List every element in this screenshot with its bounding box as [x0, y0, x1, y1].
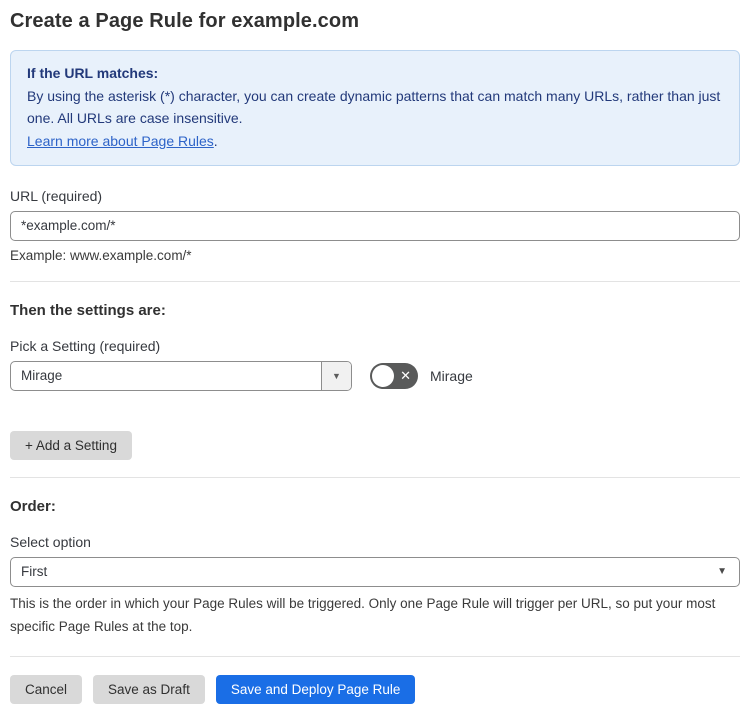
order-select[interactable]: First ▼ [10, 556, 740, 587]
mirage-toggle[interactable]: ✕ [370, 362, 418, 389]
save-and-deploy-button[interactable]: Save and Deploy Page Rule [215, 674, 416, 704]
setting-row: Mirage ▼ ✕ Mirage [10, 360, 740, 391]
toggle-off-x-icon: ✕ [400, 367, 411, 383]
setting-dropdown-value: Mirage [21, 368, 63, 384]
divider [10, 280, 740, 282]
order-select-label: Select option [10, 533, 91, 550]
chevron-down-icon: ▼ [717, 566, 727, 578]
url-field-label: URL (required) [10, 187, 103, 204]
link-period: . [213, 133, 218, 150]
add-setting-button[interactable]: + Add a Setting [10, 430, 132, 460]
info-box-body: By using the asterisk (*) character, you… [27, 87, 721, 127]
setting-dropdown[interactable]: Mirage ▼ [10, 360, 352, 391]
chevron-down-icon: ▼ [332, 370, 341, 381]
pick-setting-label: Pick a Setting (required) [10, 337, 161, 354]
page-title: Create a Page Rule for example.com [10, 10, 360, 32]
info-box-link-line: Learn more about Page Rules. [27, 130, 723, 153]
order-helper-text: This is the order in which your Page Rul… [10, 595, 716, 634]
settings-section-heading: Then the settings are: [10, 301, 166, 319]
info-box-heading: If the URL matches: [27, 65, 159, 81]
learn-more-link[interactable]: Learn more about Page Rules [27, 133, 214, 149]
order-select-value: First [21, 564, 48, 580]
url-input[interactable] [10, 210, 740, 241]
mirage-toggle-group: ✕ Mirage [370, 362, 473, 389]
divider [10, 655, 740, 657]
footer-actions: Cancel Save as Draft Save and Deploy Pag… [10, 674, 740, 704]
cancel-button[interactable]: Cancel [10, 674, 83, 704]
mirage-toggle-label: Mirage [430, 367, 473, 384]
url-field-helper: Example: www.example.com/* [10, 247, 192, 263]
save-as-draft-button[interactable]: Save as Draft [93, 674, 205, 704]
url-match-info-box: If the URL matches: By using the asteris… [10, 50, 740, 166]
setting-dropdown-arrow-button[interactable]: ▼ [321, 361, 351, 390]
order-section-heading: Order: [10, 497, 56, 515]
divider [10, 476, 740, 478]
toggle-knob [372, 364, 394, 387]
